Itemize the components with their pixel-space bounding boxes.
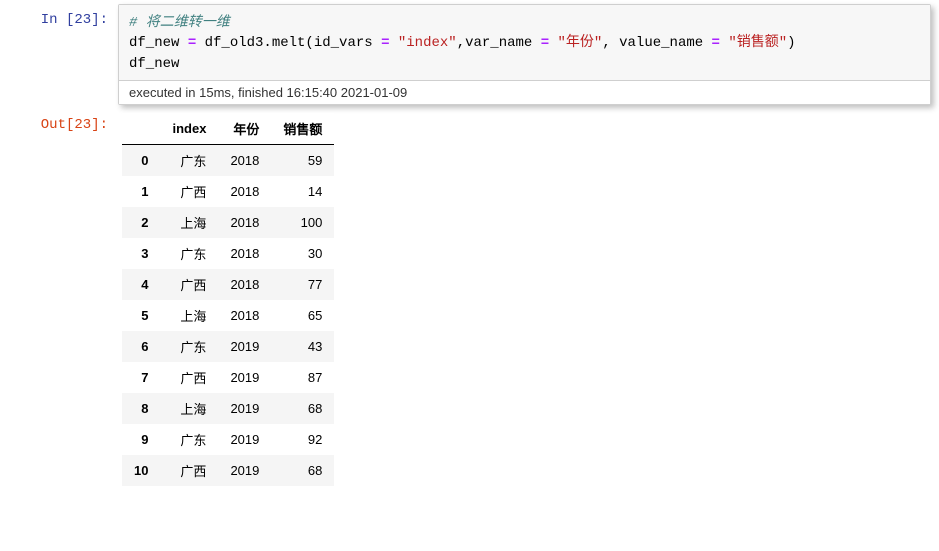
cell: 广西 bbox=[160, 269, 218, 300]
table-row: 6广东201943 bbox=[122, 331, 334, 362]
row-index: 8 bbox=[122, 393, 160, 424]
code-input-area[interactable]: # 将二维转一维 df_new = df_old3.melt(id_vars =… bbox=[118, 4, 931, 105]
code-box[interactable]: # 将二维转一维 df_new = df_old3.melt(id_vars =… bbox=[119, 5, 930, 80]
table-row: 2上海2018100 bbox=[122, 207, 334, 238]
cell: 广东 bbox=[160, 144, 218, 176]
cell: 广西 bbox=[160, 455, 218, 486]
dataframe-table: index 年份 销售额 0广东2018591广西2018142上海201810… bbox=[122, 113, 334, 486]
col-header: index bbox=[160, 113, 218, 145]
cell: 广东 bbox=[160, 424, 218, 455]
in-prompt: In [23]: bbox=[8, 4, 118, 105]
cell: 2019 bbox=[218, 393, 271, 424]
row-index: 4 bbox=[122, 269, 160, 300]
row-index: 5 bbox=[122, 300, 160, 331]
cell: 68 bbox=[271, 455, 334, 486]
cell: 100 bbox=[271, 207, 334, 238]
out-prompt: Out[23]: bbox=[8, 109, 118, 486]
output-area: index 年份 销售额 0广东2018591广西2018142上海201810… bbox=[118, 109, 931, 486]
table-row: 1广西201814 bbox=[122, 176, 334, 207]
cell: 43 bbox=[271, 331, 334, 362]
table-row: 3广东201830 bbox=[122, 238, 334, 269]
table-row: 5上海201865 bbox=[122, 300, 334, 331]
row-index: 10 bbox=[122, 455, 160, 486]
cell: 77 bbox=[271, 269, 334, 300]
table-header-row: index 年份 销售额 bbox=[122, 113, 334, 145]
table-row: 4广西201877 bbox=[122, 269, 334, 300]
cell: 30 bbox=[271, 238, 334, 269]
cell: 2019 bbox=[218, 362, 271, 393]
row-index: 2 bbox=[122, 207, 160, 238]
table-row: 10广西201968 bbox=[122, 455, 334, 486]
input-cell: In [23]: # 将二维转一维 df_new = df_old3.melt(… bbox=[8, 4, 931, 105]
table-row: 8上海201968 bbox=[122, 393, 334, 424]
cell: 2019 bbox=[218, 331, 271, 362]
cell: 广东 bbox=[160, 331, 218, 362]
row-index: 1 bbox=[122, 176, 160, 207]
cell: 87 bbox=[271, 362, 334, 393]
table-row: 7广西201987 bbox=[122, 362, 334, 393]
cell: 92 bbox=[271, 424, 334, 455]
cell: 2018 bbox=[218, 300, 271, 331]
cell: 68 bbox=[271, 393, 334, 424]
cell: 2018 bbox=[218, 207, 271, 238]
row-index: 7 bbox=[122, 362, 160, 393]
cell: 广东 bbox=[160, 238, 218, 269]
row-index: 0 bbox=[122, 144, 160, 176]
cell: 广西 bbox=[160, 176, 218, 207]
col-header: 年份 bbox=[218, 113, 271, 145]
table-corner bbox=[122, 113, 160, 145]
row-index: 9 bbox=[122, 424, 160, 455]
cell: 65 bbox=[271, 300, 334, 331]
row-index: 3 bbox=[122, 238, 160, 269]
cell: 59 bbox=[271, 144, 334, 176]
cell: 上海 bbox=[160, 300, 218, 331]
code-comment: # 将二维转一维 bbox=[129, 15, 230, 31]
cell: 2019 bbox=[218, 455, 271, 486]
col-header: 销售额 bbox=[271, 113, 334, 145]
row-index: 6 bbox=[122, 331, 160, 362]
cell: 2018 bbox=[218, 144, 271, 176]
cell: 2018 bbox=[218, 269, 271, 300]
cell: 广西 bbox=[160, 362, 218, 393]
execution-info: executed in 15ms, finished 16:15:40 2021… bbox=[119, 80, 930, 104]
cell: 上海 bbox=[160, 393, 218, 424]
cell: 上海 bbox=[160, 207, 218, 238]
cell: 14 bbox=[271, 176, 334, 207]
cell: 2018 bbox=[218, 176, 271, 207]
table-row: 9广东201992 bbox=[122, 424, 334, 455]
output-cell: Out[23]: index 年份 销售额 0广东2018591广西201814… bbox=[8, 109, 931, 486]
cell: 2018 bbox=[218, 238, 271, 269]
table-row: 0广东201859 bbox=[122, 144, 334, 176]
cell: 2019 bbox=[218, 424, 271, 455]
